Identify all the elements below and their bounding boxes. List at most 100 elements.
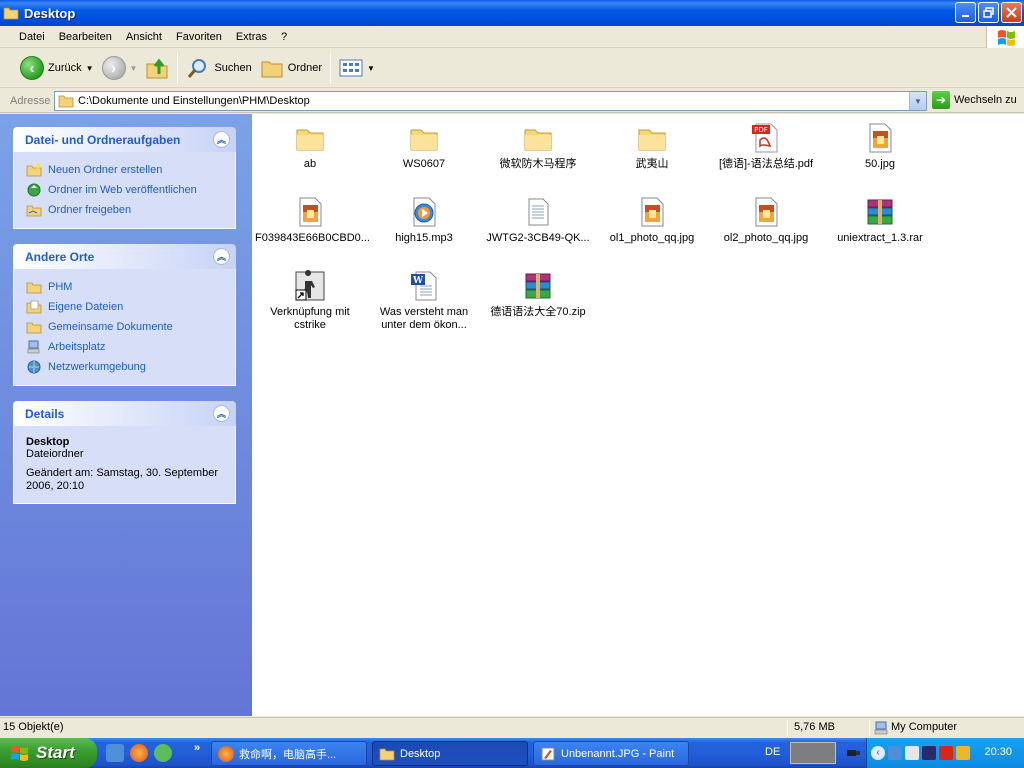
media-icon (408, 196, 440, 228)
file-view: ab WS0607 微软防木马程序 武夷山 PDF [德语]-语法总结.pdf … (252, 114, 1024, 716)
close-icon (1006, 7, 1017, 18)
place-network[interactable]: Netzwerkumgebung (26, 357, 223, 377)
file-item-image-f039[interactable]: F039843E66B0CBD0... (253, 196, 370, 245)
collapse-icon[interactable]: ︽ (213, 131, 230, 148)
back-dropdown-icon[interactable]: ▼ (86, 64, 94, 73)
details-type: Dateiordner (26, 448, 84, 460)
minimize-button[interactable] (955, 2, 976, 23)
details-name: Desktop (26, 436, 70, 448)
file-item-cstrike-shortcut[interactable]: Verknüpfung mit cstrike (253, 270, 367, 332)
word-doc-icon: W (408, 270, 440, 302)
menu-favorites[interactable]: Favoriten (169, 26, 229, 48)
restore-icon (983, 7, 994, 18)
status-bar: 15 Objekt(e) 5,76 MB My Computer (0, 717, 1024, 738)
file-item-txt[interactable]: JWTG2-3CB49-QK... (481, 196, 595, 245)
menu-bar: Datei Bearbeiten Ansicht Favoriten Extra… (0, 26, 1024, 48)
task-label: Neuen Ordner erstellen (48, 164, 163, 176)
file-item-ol2-jpg[interactable]: ol2_photo_qq.jpg (709, 196, 823, 245)
address-dropdown-button[interactable]: ▼ (909, 92, 926, 110)
taskbar-button-firefox[interactable]: 救命啊，电脑高手... (211, 741, 367, 766)
address-input[interactable]: C:\Dokumente und Einstellungen\PHM\Deskt… (54, 91, 927, 111)
network-icon[interactable] (888, 746, 902, 760)
task-label: Ordner freigeben (48, 204, 132, 216)
file-item-ab[interactable]: ab (253, 122, 367, 171)
antivirus-icon[interactable] (939, 746, 953, 760)
folders-label: Ordner (287, 62, 323, 74)
task-publish-web[interactable]: Ordner im Web veröffentlichen (26, 180, 223, 200)
file-item-rar[interactable]: uniextract_1.3.rar (823, 196, 937, 245)
quick-launch-more[interactable]: » (194, 742, 200, 754)
menu-tools[interactable]: Extras (229, 26, 274, 48)
menu-view[interactable]: Ansicht (119, 26, 169, 48)
file-name: 武夷山 (635, 158, 669, 170)
other-places-panel: Andere Orte ︽ PHM Eigene Dateien Gemeins… (13, 244, 236, 386)
file-item-ws0607[interactable]: WS0607 (367, 122, 481, 171)
messenger-icon[interactable] (154, 744, 172, 762)
folder-icon (522, 122, 554, 154)
windows-flag-icon (11, 746, 28, 761)
back-button[interactable]: ‹ Zurück ▼ (16, 52, 98, 84)
other-places-title: Andere Orte (25, 249, 95, 264)
taskbar-button-desktop[interactable]: Desktop (372, 741, 528, 766)
menu-edit[interactable]: Bearbeiten (52, 26, 119, 48)
file-item-ol1-jpg[interactable]: ol1_photo_qq.jpg (595, 196, 709, 245)
security-alert-icon[interactable] (956, 746, 970, 760)
file-name: 德语语法大全70.zip (490, 306, 586, 318)
file-item-zip[interactable]: 德语语法大全70.zip (481, 270, 595, 319)
file-tasks-header[interactable]: Datei- und Ordneraufgaben ︽ (13, 127, 236, 152)
other-places-header[interactable]: Andere Orte ︽ (13, 244, 236, 269)
details-header[interactable]: Details ︽ (13, 401, 236, 426)
file-name: WS0607 (402, 158, 446, 170)
place-phm[interactable]: PHM (26, 277, 223, 297)
place-shared-documents[interactable]: Gemeinsame Dokumente (26, 317, 223, 337)
place-label: Arbeitsplatz (48, 341, 106, 353)
clock[interactable]: 20:30 (984, 746, 1012, 758)
firefox-icon[interactable] (130, 744, 148, 762)
plug-icon[interactable] (845, 746, 861, 760)
menu-file[interactable]: Datei (12, 26, 52, 48)
task-label: Ordner im Web veröffentlichen (48, 184, 197, 196)
close-button[interactable] (1001, 2, 1022, 23)
taskbar: Start » 救命啊，电脑高手... Desktop Unbenannt.JP… (0, 738, 1024, 768)
safely-remove-icon[interactable] (905, 746, 919, 760)
file-name: 微软防木马程序 (499, 158, 577, 170)
file-item-50-jpg[interactable]: 50.jpg (823, 122, 937, 171)
place-label: Netzwerkumgebung (48, 361, 146, 373)
task-share-folder[interactable]: Ordner freigeben (26, 200, 223, 220)
chevron-left-icon[interactable]: ‹ (871, 746, 885, 760)
collapse-icon[interactable]: ︽ (213, 405, 230, 422)
details-modified: Geändert am: Samstag, 30. September 2006… (26, 467, 218, 492)
task-new-folder[interactable]: Neuen Ordner erstellen (26, 160, 223, 180)
taskbar-button-paint[interactable]: Unbenannt.JPG - Paint (533, 741, 689, 766)
folders-button[interactable]: Ordner (256, 52, 326, 84)
address-label: Adresse (10, 94, 51, 107)
restore-button[interactable] (978, 2, 999, 23)
file-item-word-doc[interactable]: W Was versteht man unter dem ökon... (367, 270, 481, 332)
language-indicator[interactable]: DE (765, 746, 780, 758)
views-button[interactable]: ▼ (335, 52, 379, 84)
file-item-folder-3[interactable]: 微软防木马程序 (481, 122, 595, 171)
forward-button[interactable]: › ▼ (98, 52, 142, 84)
go-button[interactable]: ➔ Wechseln zu (932, 91, 1017, 109)
language-bar[interactable] (790, 742, 836, 764)
collapse-icon[interactable]: ︽ (213, 248, 230, 265)
place-my-documents[interactable]: Eigene Dateien (26, 297, 223, 317)
status-divider (869, 720, 870, 736)
search-button[interactable]: Suchen (182, 52, 255, 84)
forward-dropdown-icon[interactable]: ▼ (130, 64, 138, 73)
display-icon[interactable] (922, 746, 936, 760)
up-folder-button[interactable] (141, 52, 173, 84)
taskbar-button-label: Unbenannt.JPG - Paint (561, 747, 675, 760)
file-item-mp3[interactable]: high15.mp3 (367, 196, 481, 245)
status-divider (787, 720, 788, 736)
file-item-pdf[interactable]: PDF [德语]-语法总结.pdf (709, 122, 823, 171)
place-my-computer[interactable]: Arbeitsplatz (26, 337, 223, 357)
pdf-icon: PDF (750, 122, 782, 154)
show-desktop-icon[interactable] (106, 744, 124, 762)
place-label: PHM (48, 281, 73, 293)
start-button[interactable]: Start (0, 738, 97, 768)
file-item-folder-4[interactable]: 武夷山 (595, 122, 709, 171)
menu-help[interactable]: ? (274, 26, 294, 48)
file-name: ol1_photo_qq.jpg (609, 232, 695, 244)
file-name: Was versteht man unter dem ökon... (379, 306, 469, 331)
